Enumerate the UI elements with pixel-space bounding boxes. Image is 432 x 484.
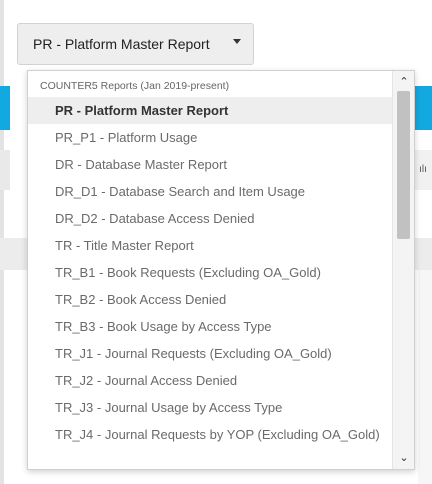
report-select-value: PR - Platform Master Report <box>33 36 210 52</box>
scroll-up-icon[interactable]: ⌃ <box>393 73 414 91</box>
scroll-down-icon[interactable]: ⌄ <box>393 449 414 467</box>
report-select[interactable]: PR - Platform Master Report <box>17 23 254 65</box>
background-right-edge <box>418 270 432 484</box>
dropdown-option[interactable]: DR - Database Master Report <box>28 151 394 178</box>
dropdown-scrollbar[interactable]: ⌃ ⌄ <box>392 71 414 469</box>
report-dropdown[interactable]: COUNTER5 Reports (Jan 2019-present) PR -… <box>27 70 415 470</box>
dropdown-option[interactable]: TR_J3 - Journal Usage by Access Type <box>28 394 394 421</box>
dropdown-option[interactable]: PR_P1 - Platform Usage <box>28 124 394 151</box>
background-chart-icon[interactable]: ılı <box>414 150 432 190</box>
dropdown-option[interactable]: TR_B2 - Book Access Denied <box>28 286 394 313</box>
dropdown-group-label: COUNTER5 Reports (Jan 2019-present) <box>40 80 230 92</box>
dropdown-option[interactable]: TR_J2 - Journal Access Denied <box>28 367 394 394</box>
dropdown-option[interactable]: PR - Platform Master Report <box>28 97 394 124</box>
scrollbar-thumb[interactable] <box>397 91 410 239</box>
dropdown-option[interactable]: TR_J4 - Journal Requests by YOP (Excludi… <box>28 421 394 448</box>
dropdown-option[interactable]: TR - Title Master Report <box>28 232 394 259</box>
dropdown-options: PR - Platform Master Report PR_P1 - Plat… <box>28 97 394 448</box>
dropdown-option[interactable]: DR_D2 - Database Access Denied <box>28 205 394 232</box>
chevron-down-icon <box>233 39 241 44</box>
background-header-strip-right <box>414 86 432 130</box>
background-panel-left <box>0 150 10 190</box>
dropdown-option[interactable]: TR_J1 - Journal Requests (Excluding OA_G… <box>28 340 394 367</box>
dropdown-option[interactable]: DR_D1 - Database Search and Item Usage <box>28 178 394 205</box>
dropdown-option[interactable]: TR_B3 - Book Usage by Access Type <box>28 313 394 340</box>
dropdown-option[interactable]: TR_B1 - Book Requests (Excluding OA_Gold… <box>28 259 394 286</box>
background-header-strip-left <box>0 86 10 130</box>
